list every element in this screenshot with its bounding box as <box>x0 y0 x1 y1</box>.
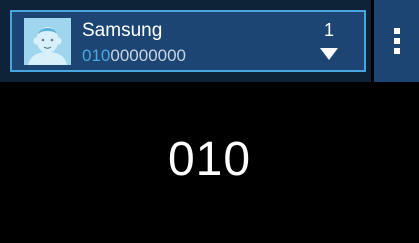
entered-digits: 010 <box>167 133 252 186</box>
contact-number-rest: 00000000 <box>110 46 187 65</box>
more-options-button[interactable] <box>374 0 419 82</box>
contact-search-bar: Samsung 01000000000 1 <box>0 0 419 82</box>
contact-avatar-icon <box>24 18 71 65</box>
contact-number-match: 010 <box>82 46 111 65</box>
dialer-number-display: 010 <box>0 82 419 243</box>
contact-number: 01000000000 <box>82 46 186 66</box>
result-count: 1 <box>323 20 334 40</box>
triangle-down-icon[interactable] <box>319 46 339 62</box>
contact-name: Samsung <box>82 20 163 41</box>
contact-suggestion-card[interactable]: Samsung 01000000000 1 <box>10 10 366 72</box>
more-options-icon <box>393 28 400 54</box>
